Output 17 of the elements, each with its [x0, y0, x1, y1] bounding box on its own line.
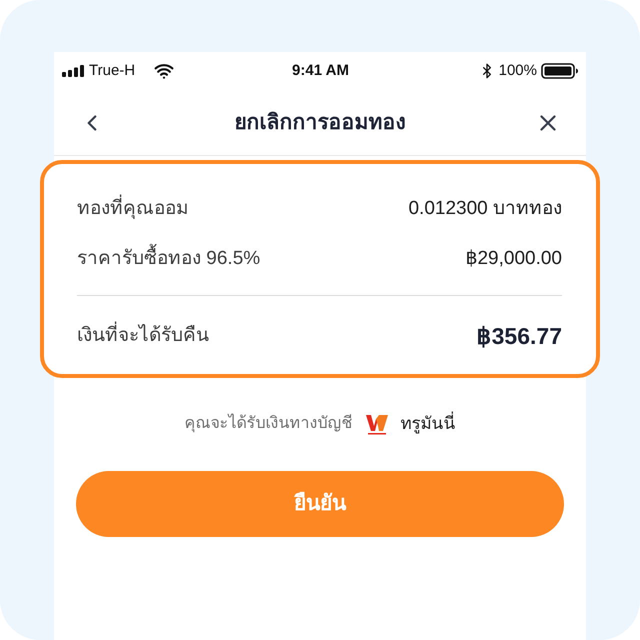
battery-percent: 100%	[498, 60, 537, 81]
total-value: ฿356.77	[476, 322, 562, 351]
carrier-name: True-H	[89, 60, 136, 81]
page-title: ยกเลิกการออมทอง	[234, 110, 406, 136]
payout-note: คุณจะได้รับเงินทางบัญชี	[184, 412, 352, 434]
logo-icon	[364, 412, 388, 436]
summary-value: 0.012300 บาททอง	[408, 196, 562, 221]
summary-label: ทองที่คุณออม	[77, 194, 189, 224]
wifi-icon	[154, 61, 174, 81]
battery-icon	[541, 63, 579, 79]
wallet-name: ทรูมันนี่	[400, 411, 456, 437]
summary-label: ราคารับซื้อทอง 96.5%	[77, 244, 260, 274]
status-time: 9:41 AM	[292, 60, 349, 81]
confirm-button[interactable]: ยืนยัน	[76, 471, 564, 537]
summary-value: ฿29,000.00	[465, 246, 562, 271]
total-label: เงินที่จะได้รับคืน	[77, 322, 209, 350]
signal-icon	[62, 65, 84, 77]
